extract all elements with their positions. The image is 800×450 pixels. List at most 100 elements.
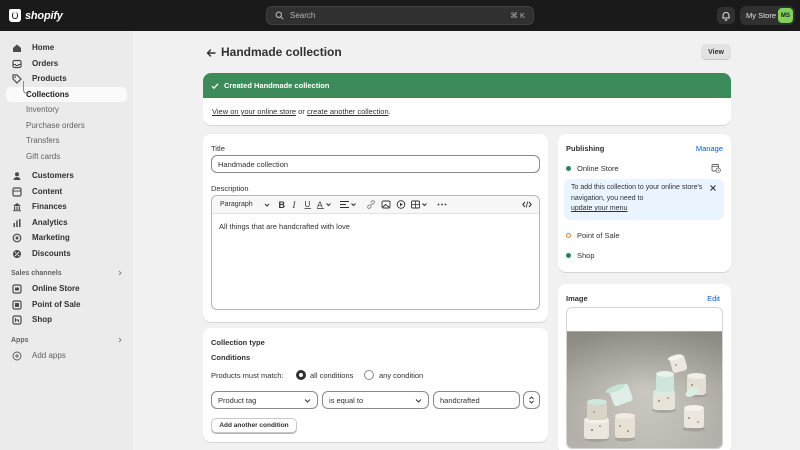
create-another-collection-link[interactable]: create another collection: [307, 107, 389, 116]
sidebar-item-orders[interactable]: Orders: [6, 56, 127, 72]
chevron-right-icon: [118, 270, 122, 276]
any-condition-label: any condition: [379, 371, 424, 380]
sidebar-item-finances[interactable]: Finances: [6, 199, 127, 215]
sidebar-item-online-store[interactable]: Online Store: [6, 281, 127, 297]
sidebar-item-label: Home: [32, 43, 55, 53]
link-button[interactable]: [366, 196, 376, 214]
close-icon[interactable]: [709, 184, 717, 192]
avatar: MS: [778, 8, 793, 23]
title-input[interactable]: Handmade collection: [211, 155, 540, 173]
description-text[interactable]: All things that are handcrafted with lov…: [212, 214, 539, 231]
sidebar-item-home[interactable]: Home: [6, 40, 127, 56]
sort-icon: [529, 396, 534, 404]
collection-type-card: Collection type Conditions Products must…: [203, 328, 548, 442]
any-condition-radio[interactable]: [364, 370, 374, 380]
sidebar-item-content[interactable]: Content: [6, 184, 127, 200]
image-heading: Image: [566, 294, 588, 303]
shop-channel: Shop: [577, 251, 595, 260]
search-input[interactable]: Search ⌘ K: [266, 6, 534, 25]
table-button[interactable]: [410, 196, 428, 214]
chart-icon: [13, 218, 21, 227]
ellipsis-icon: [437, 203, 447, 206]
section-label: Sales channels: [11, 270, 62, 277]
paragraph-format-select[interactable]: Paragraph: [220, 196, 270, 214]
sidebar-item-label: Inventory: [26, 105, 59, 115]
sidebar-item-customers[interactable]: Customers: [6, 168, 127, 184]
pos-icon: [12, 299, 22, 310]
sales-channels-section[interactable]: Sales channels: [0, 266, 133, 281]
sidebar-item-label: Products: [32, 74, 67, 84]
brand-name: shopify: [25, 9, 63, 22]
sidebar-item-label: Transfers: [26, 136, 60, 146]
chevron-down-icon: [415, 399, 422, 403]
sidebar: Home Orders Products Collections Invento…: [0, 31, 133, 450]
sidebar-item-analytics[interactable]: Analytics: [6, 215, 127, 231]
collection-image[interactable]: [566, 307, 723, 449]
sidebar-item-transfers[interactable]: Transfers: [6, 133, 127, 149]
content-icon: [12, 186, 22, 197]
manage-link[interactable]: Manage: [696, 144, 723, 153]
condition-field-value: Product tag: [218, 395, 257, 405]
shopify-logo[interactable]: shopify: [9, 9, 63, 22]
checkmark-icon: [211, 82, 219, 89]
tree-connector: [23, 80, 29, 94]
sidebar-item-inventory[interactable]: Inventory: [6, 102, 127, 118]
banner-header: Created Handmade collection: [203, 73, 731, 98]
bold-button[interactable]: B: [278, 196, 286, 214]
edit-image-link[interactable]: Edit: [707, 294, 720, 303]
sidebar-item-add-apps[interactable]: Add apps: [6, 348, 127, 364]
text-color-icon: A: [316, 200, 331, 209]
sidebar-item-label: Discounts: [32, 248, 71, 258]
image-icon: [381, 200, 391, 209]
update-your-menu-link[interactable]: update your menu: [571, 205, 627, 212]
sidebar-item-label: Orders: [32, 58, 59, 68]
sidebar-item-point-of-sale[interactable]: Point of Sale: [6, 297, 127, 313]
condition-operator-value: is equal to: [329, 395, 364, 405]
sidebar-item-label: Finances: [32, 202, 67, 212]
view-online-store-link[interactable]: View on your online store: [212, 107, 296, 116]
sidebar-item-label: Point of Sale: [32, 299, 81, 309]
text-color-button[interactable]: A: [316, 196, 332, 214]
sidebar-item-collections[interactable]: Collections: [6, 80, 127, 102]
bold-icon: B: [278, 200, 285, 209]
sidebar-item-label: Add apps: [32, 350, 66, 360]
section-label: Apps: [11, 336, 29, 344]
source-code-button[interactable]: [522, 196, 532, 214]
condition-operator-select[interactable]: is equal to: [322, 391, 429, 409]
plus-circle-icon: [12, 351, 22, 360]
calendar-clock-icon[interactable]: [711, 163, 721, 173]
condition-field-select[interactable]: Product tag: [211, 391, 318, 409]
shopify-bag-icon: [9, 9, 21, 22]
tag-icon: [12, 74, 22, 84]
all-conditions-radio[interactable]: [296, 370, 306, 380]
sidebar-item-gift-cards[interactable]: Gift cards: [6, 149, 127, 165]
apps-section[interactable]: Apps: [0, 333, 133, 348]
sidebar-item-label: Marketing: [32, 233, 70, 243]
video-button[interactable]: [396, 196, 406, 214]
notifications-button[interactable]: [717, 7, 735, 24]
sidebar-item-label: Customers: [32, 171, 74, 181]
svg-text:I: I: [291, 200, 296, 209]
publishing-card: Publishing Manage Online Store To add th…: [558, 134, 731, 272]
condition-value-input[interactable]: handcrafted: [433, 391, 520, 409]
store-menu-button[interactable]: My Store MS: [740, 6, 795, 25]
add-another-condition-button[interactable]: Add another condition: [211, 418, 297, 433]
align-button[interactable]: [339, 196, 357, 214]
underline-button[interactable]: U: [304, 196, 312, 214]
publishing-heading: Publishing: [566, 144, 605, 153]
svg-text:A: A: [317, 200, 323, 209]
sidebar-item-shop[interactable]: Shop: [6, 312, 127, 328]
italic-button[interactable]: I: [291, 196, 299, 214]
more-options-button[interactable]: [437, 196, 447, 214]
collection-details-card: Title Handmade collection Description Pa…: [203, 134, 548, 322]
store-name: My Store: [746, 11, 777, 20]
view-button[interactable]: View: [701, 44, 731, 60]
sidebar-item-discounts[interactable]: Discounts: [6, 246, 127, 262]
chevron-down-icon: [264, 203, 270, 207]
condition-sort-button[interactable]: [523, 391, 540, 409]
sidebar-item-marketing[interactable]: Marketing: [6, 230, 127, 246]
image-button[interactable]: [381, 196, 391, 214]
bell-icon: [722, 11, 730, 21]
sidebar-item-purchase-orders[interactable]: Purchase orders: [6, 118, 127, 134]
back-arrow-icon[interactable]: [205, 47, 217, 59]
